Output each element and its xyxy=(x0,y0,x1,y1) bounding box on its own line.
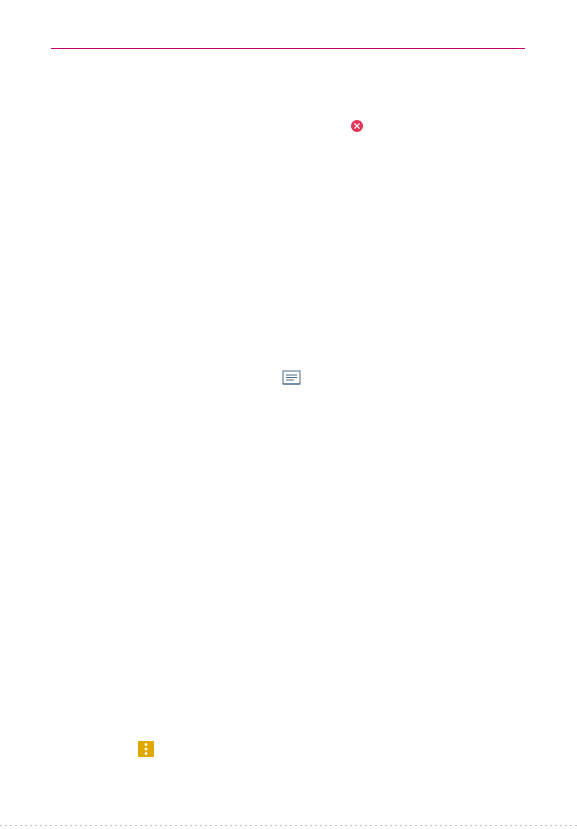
header-rule xyxy=(51,48,525,49)
more-options-icon xyxy=(138,741,154,757)
delete-circle-icon xyxy=(351,120,363,132)
message-icon xyxy=(282,370,301,385)
page-bottom-rule xyxy=(0,825,577,826)
